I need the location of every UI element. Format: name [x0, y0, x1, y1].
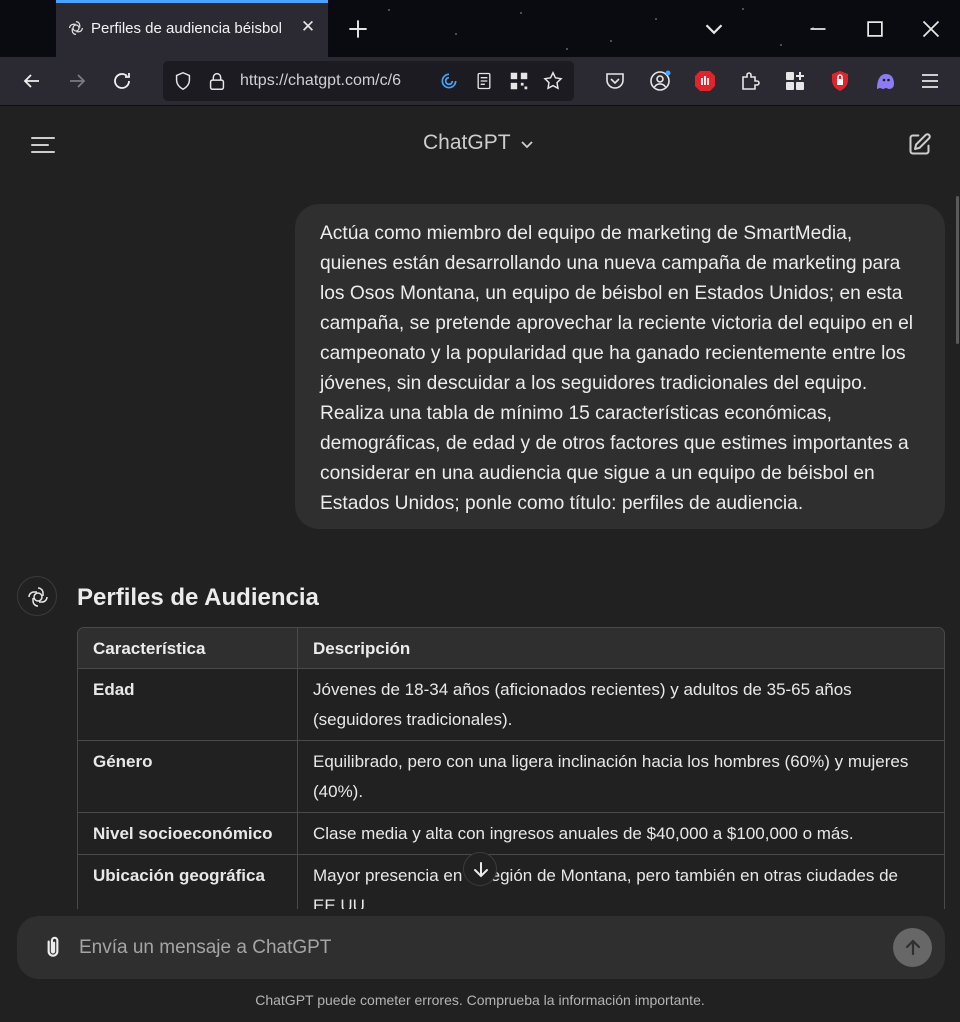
table-row: Nivel socioeconómico Clase media y alta …: [78, 813, 944, 855]
background-star: [566, 48, 568, 50]
minimize-icon[interactable]: [803, 14, 833, 44]
arrow-up-icon: [905, 939, 921, 956]
arrow-down-icon: [474, 862, 488, 878]
disclaimer-text: ChatGPT puede cometer errores. Comprueba…: [255, 992, 705, 1008]
new-chat-icon[interactable]: [906, 131, 933, 158]
bookmark-star-icon[interactable]: [542, 70, 564, 92]
background-star: [742, 8, 744, 10]
background-star: [610, 40, 612, 42]
background-star: [388, 9, 390, 11]
background-star: [655, 18, 657, 20]
browser-navbar: https://chatgpt.com/c/6: [0, 57, 960, 106]
chevron-down-icon[interactable]: [520, 137, 534, 151]
description-cell: Clase media y alta con ingresos anuales …: [298, 813, 944, 855]
ghost-extension-icon[interactable]: [873, 69, 897, 93]
model-selector-title[interactable]: ChatGPT: [423, 131, 511, 155]
sidebar-toggle-icon[interactable]: [30, 136, 56, 154]
maximize-icon[interactable]: [860, 14, 890, 44]
answer-title: Perfiles de Audiencia: [77, 584, 319, 611]
background-star: [455, 33, 457, 35]
tab-title: Perfiles de audiencia béisbol: [91, 20, 282, 37]
openai-logo-icon: [28, 587, 48, 607]
tracking-shield-icon[interactable]: [172, 70, 194, 92]
forward-arrow-icon[interactable]: [65, 69, 89, 93]
audience-profile-table: Característica Descripción Edad Jóvenes …: [77, 627, 945, 928]
extension-swirl-icon[interactable]: [439, 71, 459, 91]
page-scrollbar[interactable]: [956, 196, 959, 344]
browser-menu-icon[interactable]: [918, 69, 942, 93]
back-arrow-icon[interactable]: [20, 69, 44, 93]
tab-list-chevron-icon[interactable]: [699, 14, 729, 44]
scroll-to-bottom-button[interactable]: [463, 852, 497, 886]
extensions-puzzle-icon[interactable]: [738, 69, 762, 93]
lock-icon[interactable]: [206, 70, 228, 92]
column-header: Descripción: [298, 628, 944, 669]
chatgpt-page: ChatGPT Actúa como miembro del equipo de…: [0, 106, 960, 1022]
privacy-badger-icon[interactable]: [828, 69, 852, 93]
reload-icon[interactable]: [110, 69, 134, 93]
table-row: Género Equilibrado, pero con una ligera …: [78, 741, 944, 813]
background-star: [780, 44, 782, 46]
message-input[interactable]: [79, 935, 859, 961]
reader-view-icon[interactable]: [474, 71, 494, 91]
browser-tab-active[interactable]: Perfiles de audiencia béisbol ✕: [56, 0, 328, 57]
apps-grid-icon[interactable]: [783, 69, 807, 93]
characteristic-cell: Edad: [78, 669, 298, 741]
qr-code-icon[interactable]: [508, 70, 530, 92]
assistant-avatar: [17, 576, 57, 616]
description-cell: Equilibrado, pero con una ligera inclina…: [298, 741, 944, 813]
description-cell: Jóvenes de 18-34 años (aficionados recie…: [298, 669, 944, 741]
tab-close-icon[interactable]: ✕: [298, 17, 318, 37]
ublock-extension-icon[interactable]: [693, 69, 717, 93]
user-message-text: Actúa como miembro del equipo de marketi…: [320, 223, 914, 514]
background-star: [520, 12, 522, 14]
table-header-row: Característica Descripción: [78, 628, 944, 669]
paperclip-icon[interactable]: [40, 934, 66, 960]
characteristic-cell: Nivel socioeconómico: [78, 813, 298, 855]
url-text[interactable]: https://chatgpt.com/c/6: [240, 72, 424, 90]
pocket-icon[interactable]: [603, 69, 627, 93]
message-composer: [17, 916, 945, 979]
characteristic-cell: Género: [78, 741, 298, 813]
openai-logo-icon: [69, 21, 83, 35]
url-bar[interactable]: https://chatgpt.com/c/6: [163, 61, 574, 101]
table-row: Edad Jóvenes de 18-34 años (aficionados …: [78, 669, 944, 741]
user-message-bubble: Actúa como miembro del equipo de marketi…: [295, 204, 945, 529]
new-tab-icon[interactable]: [345, 16, 371, 42]
account-icon[interactable]: [648, 69, 672, 93]
browser-titlebar: Perfiles de audiencia béisbol ✕: [0, 0, 960, 57]
send-button[interactable]: [893, 928, 932, 967]
column-header: Característica: [78, 628, 298, 669]
close-window-icon[interactable]: [916, 14, 946, 44]
